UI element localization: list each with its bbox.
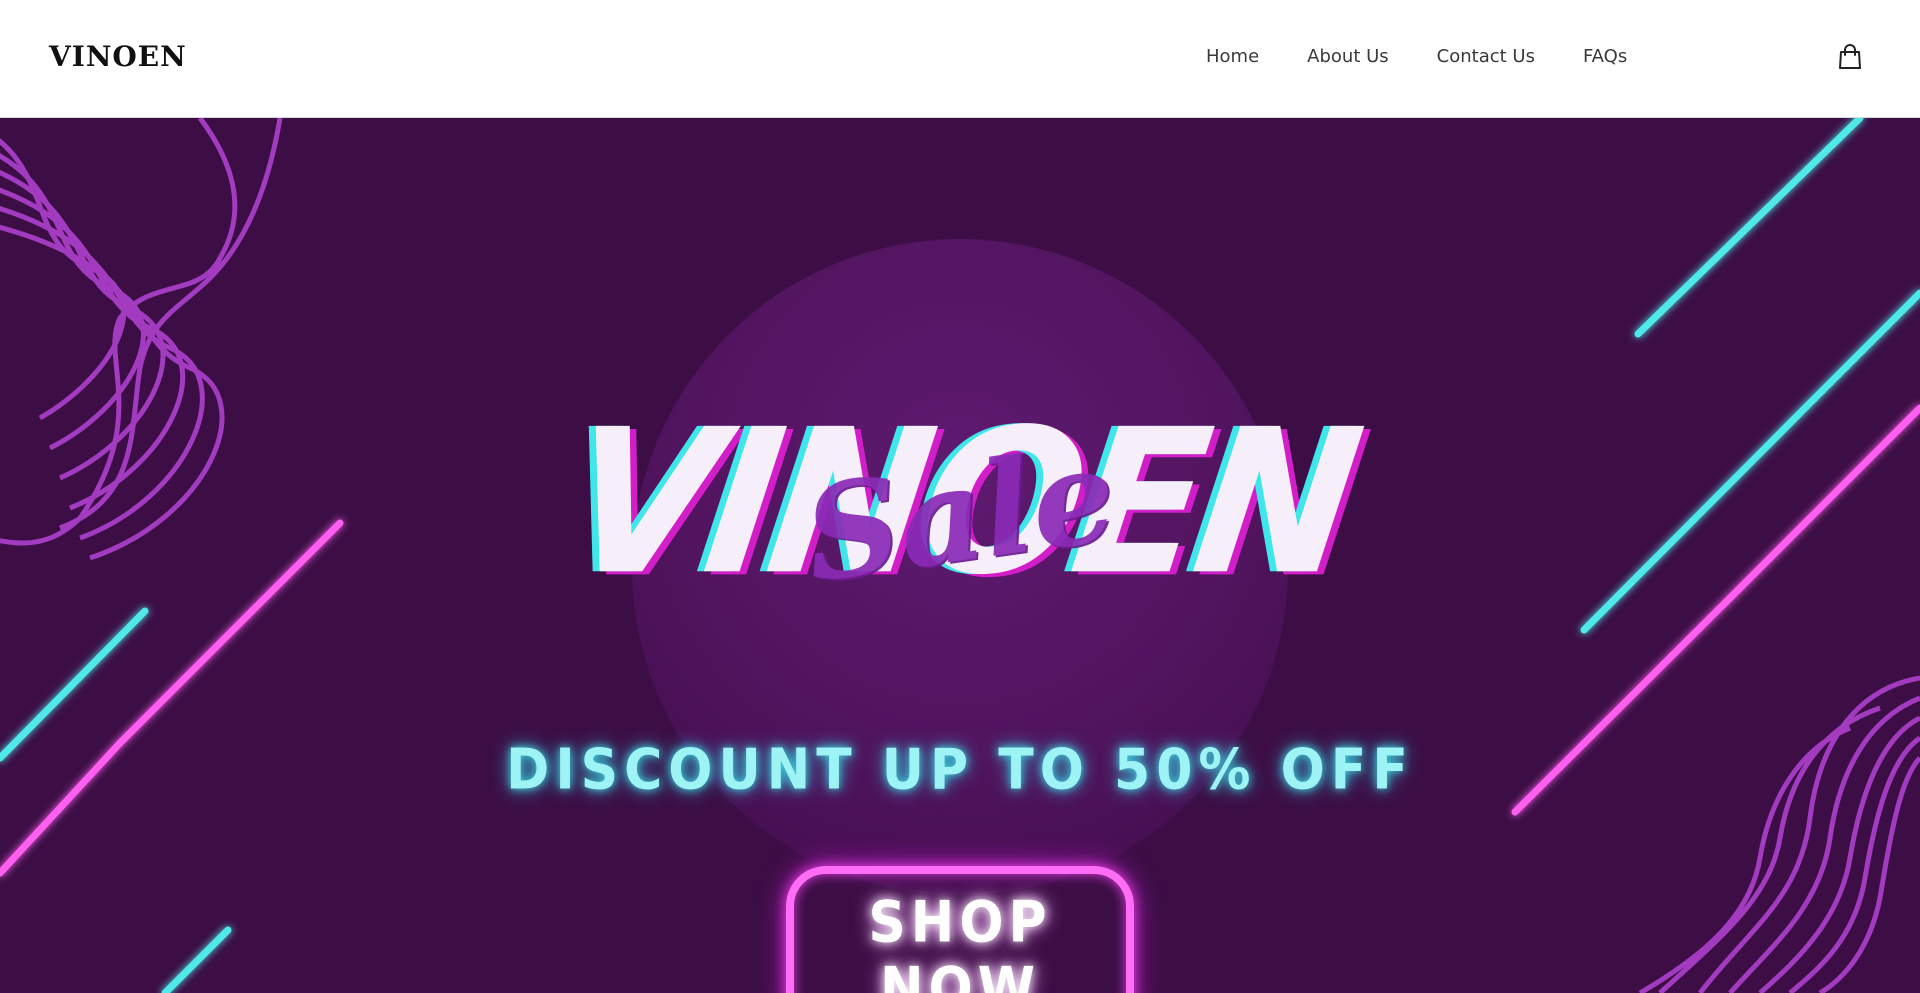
nav-home-link[interactable]: Home xyxy=(1206,46,1259,67)
hero-banner: VINOEN Sale DISCOUNT UP TO 50% OFF SHOP … xyxy=(0,118,1920,993)
site-logo[interactable]: VINOEN xyxy=(49,40,187,73)
nav-about-link[interactable]: About Us xyxy=(1307,46,1389,67)
main-nav: Home About Us Contact Us FAQs xyxy=(1206,46,1627,67)
landing-page: VINOEN Home About Us Contact Us FAQs VIN… xyxy=(0,0,1920,993)
nav-contact-link[interactable]: Contact Us xyxy=(1437,46,1535,67)
site-header: VINOEN Home About Us Contact Us FAQs xyxy=(0,0,1920,118)
nav-faqs-link[interactable]: FAQs xyxy=(1583,46,1627,67)
shop-now-label[interactable]: SHOP NOW xyxy=(786,890,1134,993)
discount-text: DISCOUNT UP TO 50% OFF xyxy=(506,737,1414,803)
shopping-bag-icon[interactable] xyxy=(1838,44,1862,70)
wave-lines-right xyxy=(1638,675,1920,993)
